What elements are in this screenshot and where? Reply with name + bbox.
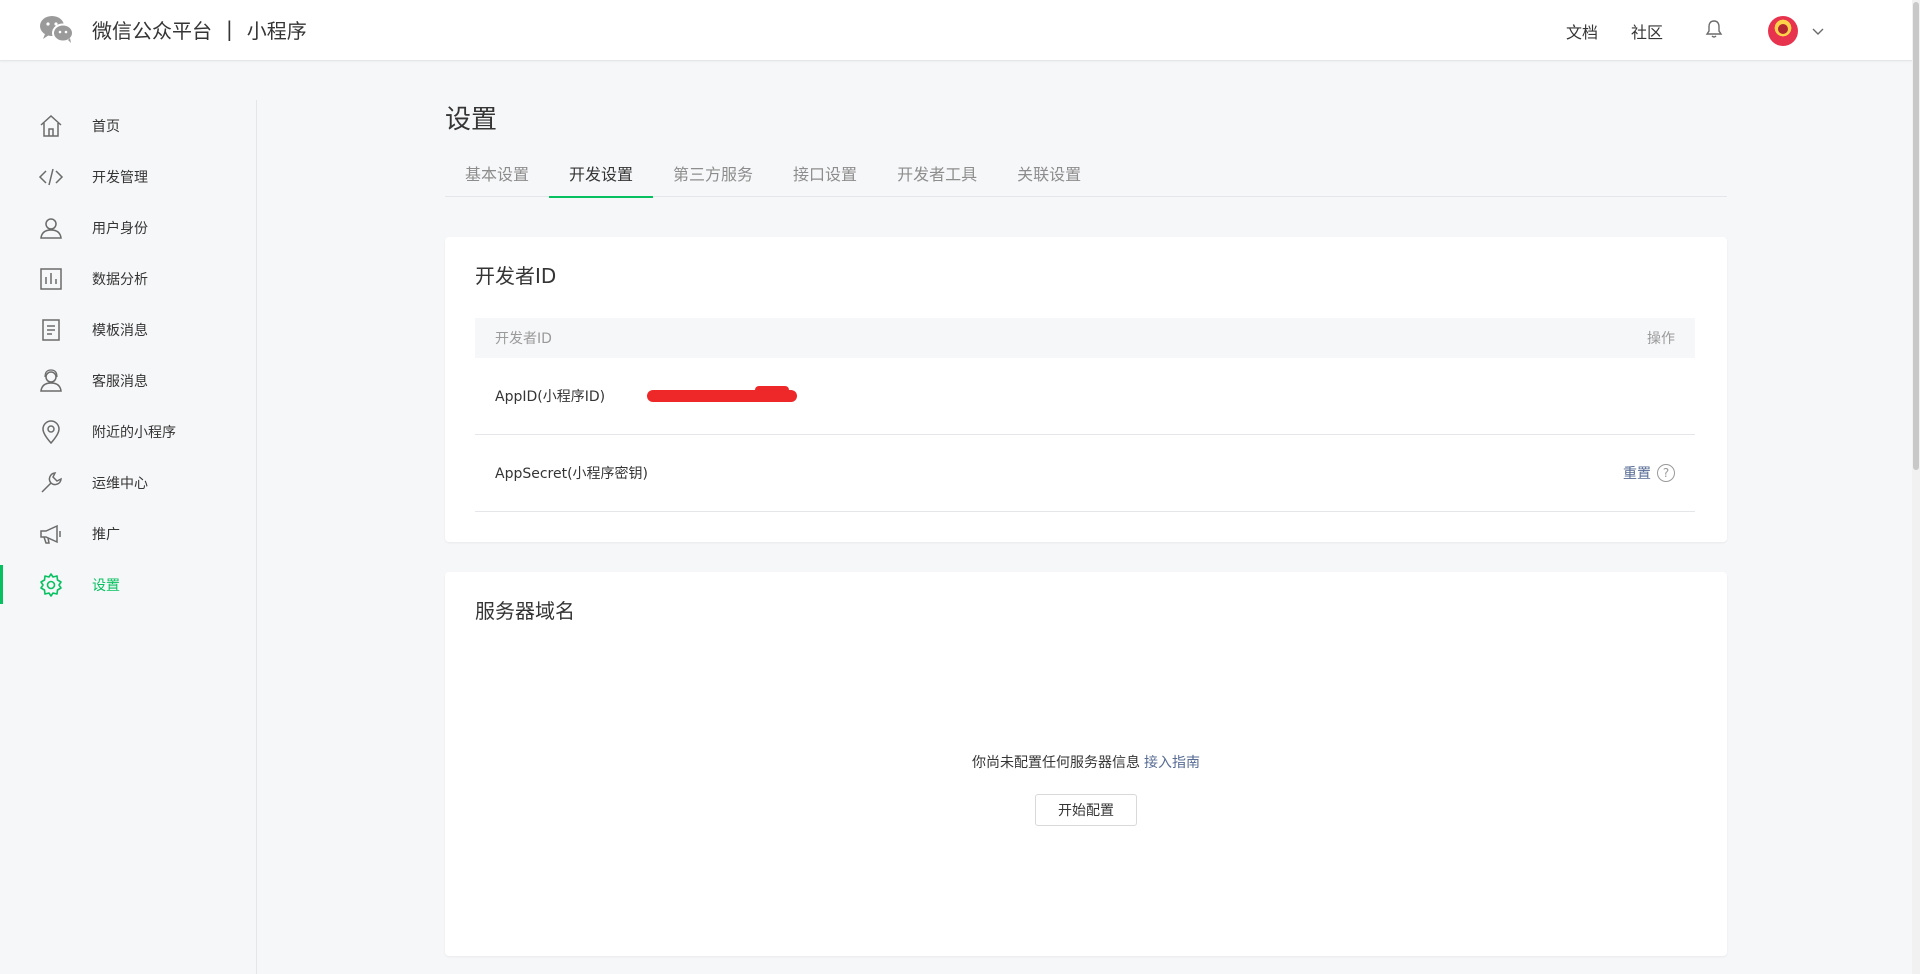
table-header: 开发者ID 操作 bbox=[475, 318, 1695, 358]
developer-id-card: 开发者ID 开发者ID 操作 AppID(小程序ID) AppSecret(小程… bbox=[445, 237, 1727, 542]
sidebar-item-label: 设置 bbox=[92, 577, 120, 594]
sidebar-item-template-messages[interactable]: 模板消息 bbox=[0, 304, 256, 355]
wechat-logo-icon bbox=[39, 14, 75, 44]
table-row-appid: AppID(小程序ID) bbox=[475, 358, 1695, 435]
empty-state-text: 你尚未配置任何服务器信息 bbox=[972, 755, 1140, 771]
sidebar-item-operations[interactable]: 运维中心 bbox=[0, 457, 256, 508]
main-content: 设置 基本设置 开发设置 第三方服务 接口设置 开发者工具 关联设置 开发者ID… bbox=[445, 100, 1727, 956]
tab-developer-tools[interactable]: 开发者工具 bbox=[877, 157, 997, 197]
sidebar-item-label: 首页 bbox=[92, 118, 120, 135]
avatar[interactable] bbox=[1768, 15, 1798, 46]
community-link[interactable]: 社区 bbox=[1631, 19, 1663, 43]
brand-subtitle: 小程序 bbox=[246, 18, 307, 43]
megaphone-icon bbox=[38, 521, 64, 547]
sidebar-item-promotion[interactable]: 推广 bbox=[0, 508, 256, 559]
sidebar-item-customer-service[interactable]: 客服消息 bbox=[0, 355, 256, 406]
sidebar-item-label: 开发管理 bbox=[92, 169, 148, 186]
server-domain-card: 服务器域名 你尚未配置任何服务器信息 接入指南 开始配置 bbox=[445, 572, 1727, 956]
appid-value-redacted bbox=[647, 386, 798, 403]
developer-id-title: 开发者ID bbox=[475, 264, 557, 288]
tab-interface-settings[interactable]: 接口设置 bbox=[773, 157, 877, 197]
document-icon bbox=[38, 317, 64, 343]
chart-icon bbox=[38, 266, 64, 292]
support-icon bbox=[38, 368, 64, 394]
sidebar-item-user-identity[interactable]: 用户身份 bbox=[0, 202, 256, 253]
tab-basic-settings[interactable]: 基本设置 bbox=[445, 157, 549, 197]
sidebar-item-analytics[interactable]: 数据分析 bbox=[0, 253, 256, 304]
empty-state: 你尚未配置任何服务器信息 接入指南 bbox=[445, 752, 1727, 772]
brand-title: 微信公众平台 bbox=[92, 18, 212, 43]
tab-association-settings[interactable]: 关联设置 bbox=[997, 157, 1101, 197]
notification-bell-icon[interactable] bbox=[1705, 19, 1723, 43]
redaction-mark bbox=[755, 386, 790, 396]
wrench-icon bbox=[38, 470, 64, 496]
brand[interactable]: 微信公众平台 | 小程序 bbox=[39, 14, 307, 44]
server-domain-title: 服务器域名 bbox=[475, 599, 575, 623]
sidebar-item-settings[interactable]: 设置 bbox=[0, 559, 256, 610]
scrollbar-thumb[interactable] bbox=[1913, 2, 1919, 470]
column-header-actions: 操作 bbox=[1647, 331, 1675, 347]
tab-third-party[interactable]: 第三方服务 bbox=[653, 157, 773, 197]
access-guide-link[interactable]: 接入指南 bbox=[1144, 755, 1200, 771]
user-icon bbox=[38, 215, 64, 241]
code-icon bbox=[38, 164, 64, 190]
sidebar-item-dev-management[interactable]: 开发管理 bbox=[0, 151, 256, 202]
location-icon bbox=[38, 419, 64, 445]
sidebar-item-home[interactable]: 首页 bbox=[0, 100, 256, 151]
sidebar-item-label: 推广 bbox=[92, 526, 120, 543]
sidebar-item-label: 客服消息 bbox=[92, 373, 148, 390]
chevron-down-icon[interactable] bbox=[1812, 21, 1824, 40]
sidebar-item-nearby[interactable]: 附近的小程序 bbox=[0, 406, 256, 457]
settings-tabs: 基本设置 开发设置 第三方服务 接口设置 开发者工具 关联设置 bbox=[445, 157, 1727, 198]
page-title: 设置 bbox=[445, 105, 498, 135]
column-header-developer-id: 开发者ID bbox=[495, 331, 552, 347]
appsecret-label: AppSecret(小程序密钥) bbox=[495, 466, 649, 482]
sidebar-item-label: 运维中心 bbox=[92, 475, 148, 492]
sidebar-item-label: 模板消息 bbox=[92, 322, 148, 339]
appid-label: AppID(小程序ID) bbox=[495, 389, 606, 405]
top-bar: 微信公众平台 | 小程序 文档 社区 bbox=[0, 0, 1920, 61]
sidebar-item-label: 数据分析 bbox=[92, 271, 148, 288]
developer-id-table: 开发者ID 操作 AppID(小程序ID) AppSecret(小程序密钥) 重… bbox=[475, 318, 1695, 512]
reset-link[interactable]: 重置 bbox=[1623, 463, 1651, 483]
sidebar-item-label: 附近的小程序 bbox=[92, 424, 176, 441]
home-icon bbox=[38, 113, 64, 139]
start-config-button[interactable]: 开始配置 bbox=[1035, 794, 1137, 826]
tab-dev-settings[interactable]: 开发设置 bbox=[549, 157, 654, 198]
help-icon[interactable]: ? bbox=[1657, 464, 1675, 482]
settings-icon bbox=[38, 572, 64, 598]
sidebar-item-label: 用户身份 bbox=[92, 220, 148, 237]
docs-link[interactable]: 文档 bbox=[1566, 19, 1598, 43]
table-row-appsecret: AppSecret(小程序密钥) 重置 ? bbox=[475, 435, 1695, 512]
sidebar: 首页 开发管理 用户身份 数据分析 模板消息 客服消息 附近的小程序 运维中心 … bbox=[0, 100, 257, 974]
page-scrollbar[interactable] bbox=[1912, 0, 1920, 974]
brand-separator: | bbox=[226, 17, 233, 41]
